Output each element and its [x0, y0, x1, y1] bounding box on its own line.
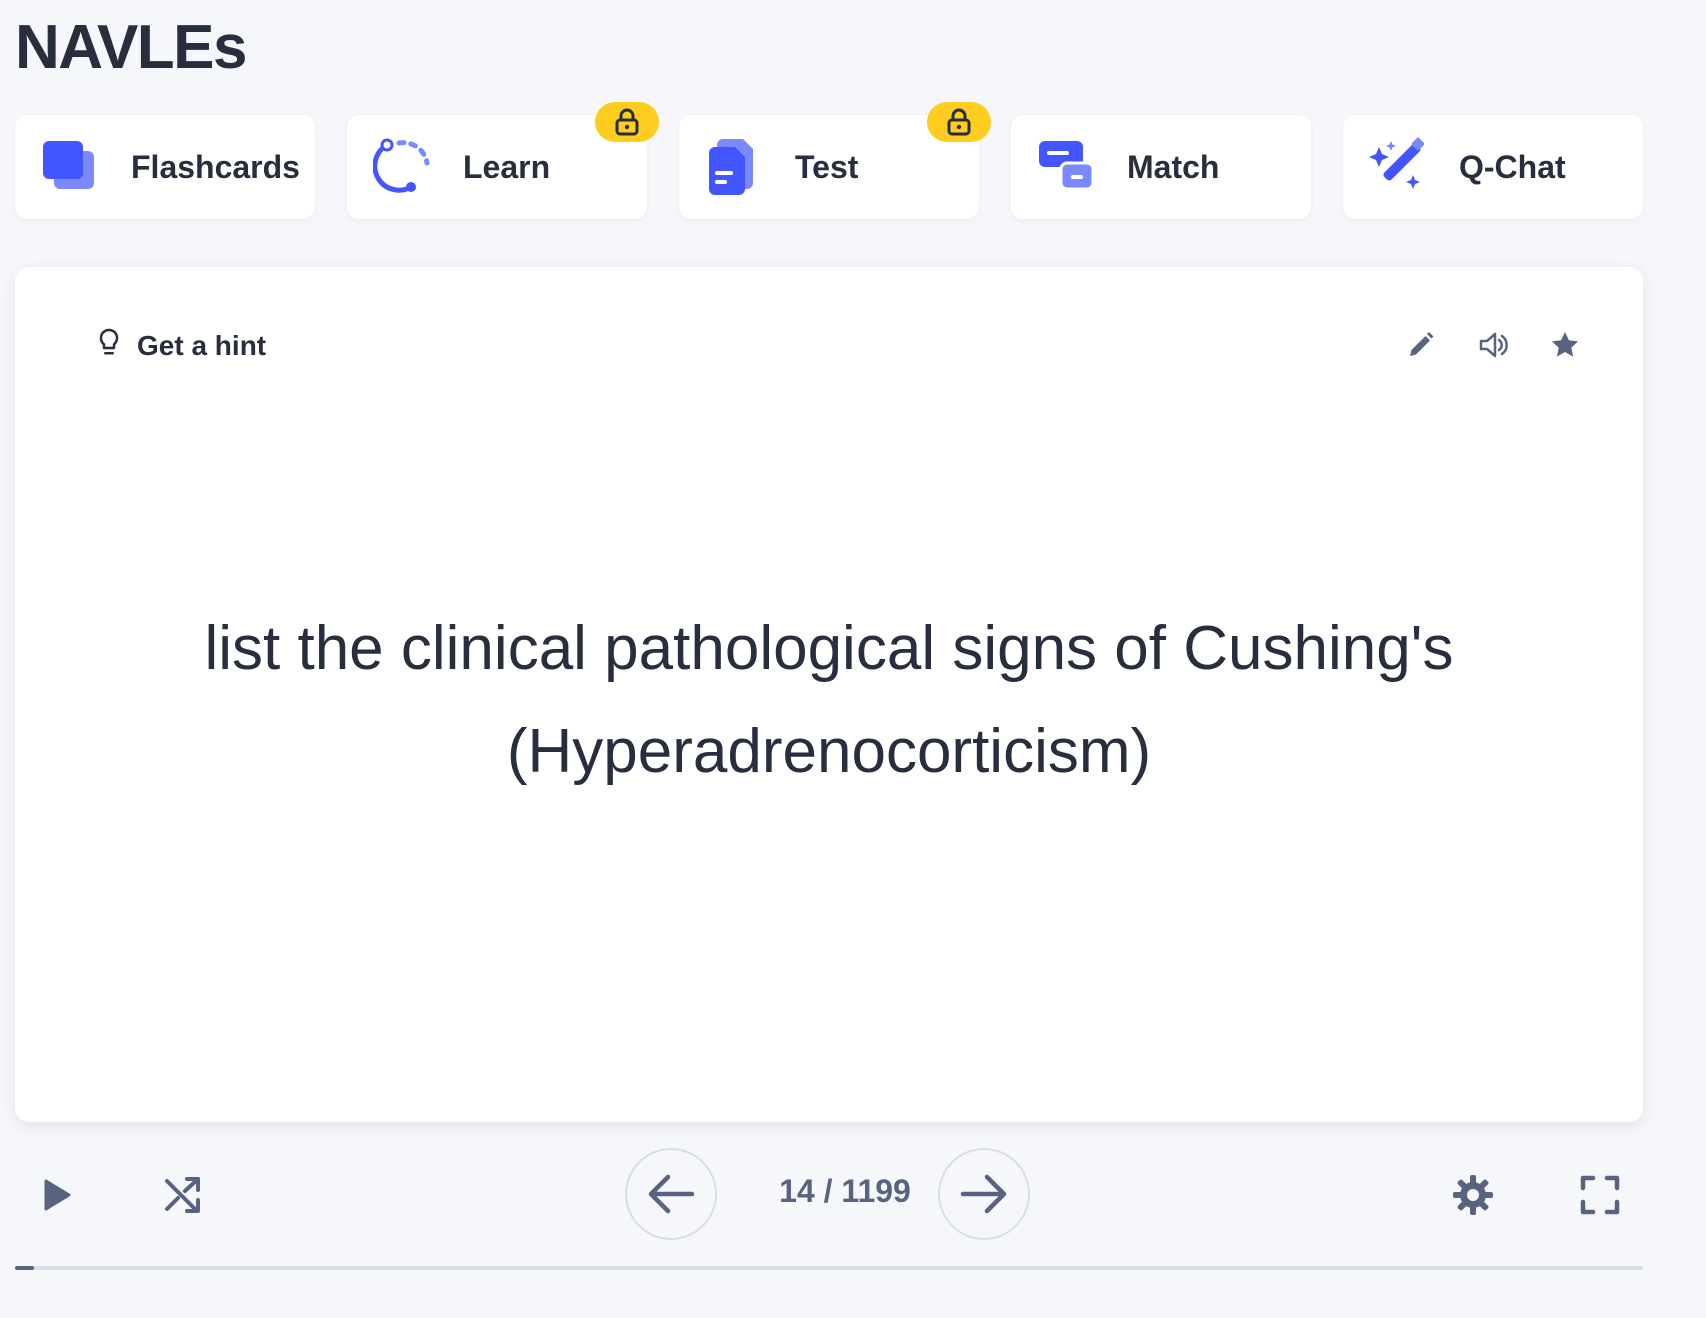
get-hint-button[interactable]: Get a hint — [97, 327, 266, 364]
arrow-right-icon — [960, 1174, 1007, 1214]
mode-label: Learn — [463, 148, 551, 185]
lock-icon — [927, 102, 991, 142]
edit-icon[interactable] — [1403, 327, 1439, 363]
star-icon[interactable] — [1547, 327, 1583, 363]
shuffle-icon[interactable] — [161, 1173, 205, 1217]
mode-label: Flashcards — [131, 148, 300, 185]
settings-gear-icon[interactable] — [1449, 1171, 1497, 1219]
test-icon — [705, 137, 765, 197]
mode-learn[interactable]: Learn — [347, 102, 659, 219]
magic-wand-icon — [1369, 137, 1429, 197]
flashcards-icon — [41, 137, 101, 197]
lightbulb-icon — [97, 327, 121, 364]
card-term: list the clinical pathological signs of … — [204, 614, 1454, 786]
mode-label: Q-Chat — [1459, 148, 1566, 185]
card-toolbar — [1403, 327, 1583, 363]
audio-icon[interactable] — [1475, 327, 1511, 363]
arrow-left-icon — [648, 1174, 695, 1214]
set-title: NAVLEs — [15, 13, 248, 82]
card-counter: 14 / 1199 — [779, 1173, 911, 1209]
play-icon[interactable] — [35, 1173, 79, 1217]
playback-controls: 14 / 1199 — [15, 1145, 1643, 1245]
mode-test[interactable]: Test — [679, 102, 991, 219]
previous-card-button[interactable] — [625, 1148, 717, 1240]
mode-q-chat[interactable]: Q-Chat — [1343, 115, 1643, 219]
study-modes: Flashcards Learn Test Match Q-Chat — [15, 102, 1643, 219]
lock-icon — [595, 102, 659, 142]
fullscreen-icon[interactable] — [1578, 1173, 1622, 1217]
hint-label: Get a hint — [137, 329, 267, 361]
mode-flashcards[interactable]: Flashcards — [15, 115, 315, 219]
learn-icon — [373, 137, 433, 197]
progress-fill — [15, 1266, 34, 1270]
mode-match[interactable]: Match — [1011, 115, 1311, 219]
match-icon — [1037, 137, 1097, 197]
flashcard[interactable]: Get a hint list the clinical pathologica… — [15, 267, 1643, 1122]
mode-label: Test — [795, 148, 859, 185]
progress-bar — [15, 1266, 1643, 1270]
next-card-button[interactable] — [938, 1148, 1030, 1240]
mode-label: Match — [1127, 148, 1220, 185]
